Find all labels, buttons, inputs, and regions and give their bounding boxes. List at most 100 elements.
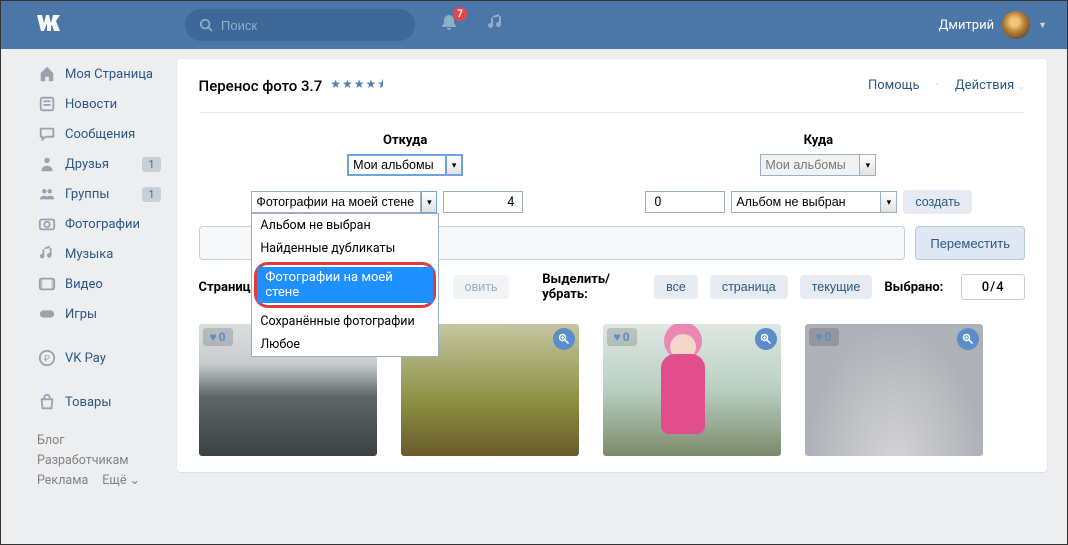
- dropdown-toggle[interactable]: ▾: [881, 191, 897, 213]
- sidebar-item-label: Группы: [65, 187, 109, 202]
- actions-link[interactable]: Действия ⌄: [955, 78, 1025, 93]
- chevron-down-icon: ⌄: [1017, 82, 1025, 92]
- sidebar-item-label: VK Pay: [65, 351, 106, 366]
- notif-badge: 7: [453, 7, 467, 21]
- like-badge[interactable]: ♥0: [203, 328, 233, 346]
- friends-icon: [37, 154, 57, 174]
- zoom-icon: [962, 333, 974, 345]
- sidebar-item-label: Игры: [65, 307, 97, 322]
- sidebar-item-label: Новости: [65, 97, 117, 112]
- dropdown-option[interactable]: Сохранённые фотографии: [252, 310, 438, 333]
- dropdown-list: Альбом не выбран Найденные дубликаты Фот…: [251, 213, 439, 357]
- sidebar-item-label: Моя Страница: [65, 67, 153, 82]
- sidebar-item-label: Видео: [65, 277, 103, 292]
- sidebar-item-profile[interactable]: Моя Страница: [37, 59, 161, 89]
- dropdown-toggle[interactable]: ▾: [860, 154, 876, 176]
- heart-icon: ♥: [614, 330, 621, 344]
- footer-links: Блог Разработчикам Реклама Ещё ⌄: [37, 431, 161, 491]
- sidebar: Моя Страница Новости Сообщения Друзья 1 Г…: [37, 59, 161, 491]
- to-title: Куда: [760, 133, 876, 148]
- sidebar-item-vkpay[interactable]: ₽ VK Pay: [37, 343, 161, 373]
- games-icon: [37, 304, 57, 324]
- sidebar-item-label: Сообщения: [65, 127, 135, 142]
- main-content: Перенос фото 3.7 ★★★★⯨ Помощь · Действия…: [177, 59, 1047, 491]
- from-album-select[interactable]: Фотографии на моей стене: [251, 191, 421, 213]
- photo-thumbnail[interactable]: ♥0: [805, 324, 983, 456]
- to-album-select[interactable]: Альбом не выбран: [731, 191, 881, 213]
- zoom-button[interactable]: [755, 328, 777, 350]
- sidebar-item-messages[interactable]: Сообщения: [37, 119, 161, 149]
- notifications-button[interactable]: 7: [439, 13, 459, 37]
- select-page-button[interactable]: страница: [710, 275, 788, 299]
- sidebar-item-label: Музыка: [65, 247, 113, 262]
- app-title: Перенос фото 3.7: [199, 77, 323, 95]
- from-title: Откуда: [347, 133, 463, 148]
- select-label: Выделить/убрать:: [542, 272, 642, 302]
- sidebar-item-friends[interactable]: Друзья 1: [37, 149, 161, 179]
- highlight-annotation: Фотографии на моей стене: [254, 262, 436, 308]
- dropdown-option[interactable]: Любое: [252, 333, 438, 356]
- groups-icon: [37, 184, 57, 204]
- dropdown-option[interactable]: Найденные дубликаты: [252, 237, 438, 260]
- user-name[interactable]: Дмитрий: [939, 18, 994, 33]
- sidebar-item-groups[interactable]: Группы 1: [37, 179, 161, 209]
- dropdown-option-selected[interactable]: Фотографии на моей стене: [257, 267, 433, 303]
- chat-icon: [37, 124, 57, 144]
- like-badge[interactable]: ♥0: [809, 328, 839, 346]
- search-box[interactable]: [185, 9, 415, 41]
- count-badge: 1: [142, 157, 160, 172]
- sidebar-item-games[interactable]: Игры: [37, 299, 161, 329]
- sidebar-item-music[interactable]: Музыка: [37, 239, 161, 269]
- top-header: 7 Дмитрий ▼: [1, 1, 1067, 49]
- to-source-select[interactable]: Мои альбомы: [760, 154, 860, 176]
- zoom-button[interactable]: [957, 328, 979, 350]
- selected-count: 0/4: [961, 274, 1025, 300]
- rating-stars[interactable]: ★★★★⯨: [330, 75, 384, 96]
- bag-icon: [37, 392, 57, 412]
- create-button[interactable]: создать: [903, 190, 972, 214]
- zoom-icon: [760, 333, 772, 345]
- photo-thumbnail[interactable]: ♥0: [603, 324, 781, 456]
- avatar[interactable]: [1002, 11, 1030, 39]
- news-icon: [37, 94, 57, 114]
- music-button[interactable]: [487, 14, 505, 36]
- sidebar-item-label: Друзья: [65, 157, 109, 172]
- selected-label: Выбрано:: [884, 280, 943, 295]
- link-ads[interactable]: Реклама: [37, 471, 88, 491]
- zoom-button[interactable]: [553, 328, 575, 350]
- zoom-icon: [558, 333, 570, 345]
- move-button[interactable]: Переместить: [915, 226, 1025, 260]
- from-count: 4: [443, 191, 523, 213]
- sidebar-item-market[interactable]: Товары: [37, 387, 161, 417]
- link-dev[interactable]: Разработчикам: [37, 451, 129, 471]
- search-input[interactable]: [221, 18, 397, 33]
- dropdown-option[interactable]: Альбом не выбран: [252, 214, 438, 237]
- music-icon: [487, 14, 505, 32]
- help-link[interactable]: Помощь: [868, 78, 920, 93]
- link-blog[interactable]: Блог: [37, 431, 64, 451]
- app-card: Перенос фото 3.7 ★★★★⯨ Помощь · Действия…: [177, 59, 1047, 472]
- sidebar-item-news[interactable]: Новости: [37, 89, 161, 119]
- from-source-select[interactable]: Мои альбомы: [347, 154, 447, 176]
- like-badge[interactable]: ♥0: [607, 328, 637, 346]
- svg-text:₽: ₽: [44, 355, 50, 365]
- link-more[interactable]: Ещё ⌄: [102, 471, 140, 491]
- chevron-down-icon[interactable]: ▼: [1038, 20, 1047, 31]
- count-badge: 1: [142, 187, 160, 202]
- refresh-button[interactable]: овить: [453, 275, 510, 299]
- to-count: 0: [645, 191, 725, 213]
- heart-icon: ♥: [210, 330, 217, 344]
- select-current-button[interactable]: текущие: [800, 275, 873, 299]
- sidebar-item-photos[interactable]: Фотографии: [37, 209, 161, 239]
- heart-icon: ♥: [816, 330, 823, 344]
- select-all-button[interactable]: все: [654, 275, 698, 299]
- video-icon: [37, 274, 57, 294]
- vk-logo[interactable]: [37, 13, 65, 37]
- home-icon: [37, 64, 57, 84]
- sidebar-item-label: Фотографии: [65, 217, 140, 232]
- sidebar-item-video[interactable]: Видео: [37, 269, 161, 299]
- dropdown-toggle[interactable]: ▾: [421, 191, 437, 213]
- dropdown-toggle[interactable]: ▾: [447, 154, 463, 176]
- sidebar-item-label: Товары: [65, 395, 111, 410]
- music-icon: [37, 244, 57, 264]
